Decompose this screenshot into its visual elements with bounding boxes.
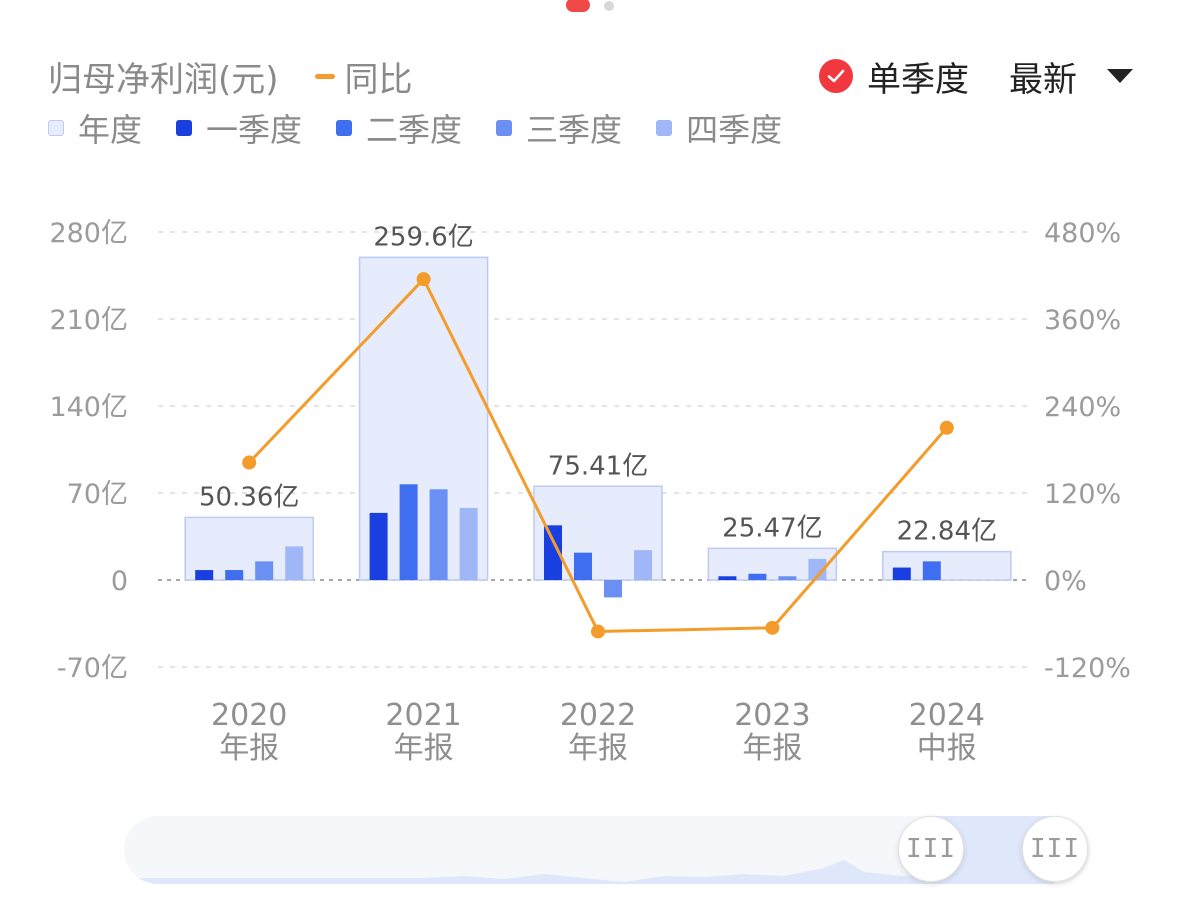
quarter-bar <box>748 573 767 580</box>
y-right-tick-label: -120% <box>1044 653 1131 684</box>
y-left-tick-label: 70亿 <box>67 479 128 510</box>
yoy-point <box>939 420 954 435</box>
y-left-tick-label: 140亿 <box>49 392 128 423</box>
annual-data-label: 25.47亿 <box>722 513 822 543</box>
x-tick-label-year: 2023 <box>734 698 810 733</box>
annual-data-label: 75.41亿 <box>548 451 648 481</box>
quarter-bar <box>369 512 388 580</box>
scroller-right-handle[interactable]: III <box>1022 816 1088 882</box>
quarter-bar <box>225 570 244 580</box>
x-tick-label-year: 2020 <box>211 698 287 733</box>
y-right-tick-label: 480% <box>1044 218 1121 249</box>
quarter-bar <box>922 561 941 580</box>
x-tick-label-period: 年报 <box>394 731 454 766</box>
quarter-bar <box>459 507 478 580</box>
x-tick-label-year: 2021 <box>385 698 461 733</box>
quarter-bar <box>429 489 448 580</box>
y-right-tick-label: 120% <box>1044 479 1121 510</box>
y-left-tick-label: 210亿 <box>49 305 128 336</box>
x-tick-label-period: 中报 <box>917 731 977 766</box>
x-tick-label-period: 年报 <box>219 731 279 766</box>
y-left-tick-label: 280亿 <box>49 218 128 249</box>
y-right-tick-label: 360% <box>1044 305 1121 336</box>
x-tick-label-year: 2024 <box>909 698 985 733</box>
quarter-bar <box>634 550 652 580</box>
yoy-point <box>242 455 257 470</box>
annual-data-label: 22.84亿 <box>897 517 997 547</box>
y-left-tick-label: -70亿 <box>57 653 128 684</box>
quarter-bar <box>195 570 214 580</box>
y-left-tick-label: 0 <box>111 566 128 597</box>
quarter-bar <box>399 484 418 580</box>
profit-chart: 280亿 480% 210亿 360% 140亿 240% 70亿 120% 0 0% -70亿 -1… <box>49 218 1131 766</box>
annual-data-label: 259.6亿 <box>373 222 473 252</box>
quarter-bar <box>285 546 304 580</box>
x-tick-label-period: 年报 <box>568 731 628 766</box>
quarter-bar <box>778 576 797 580</box>
annual-data-label: 50.36亿 <box>199 482 299 512</box>
quarter-bar <box>255 561 274 580</box>
yoy-point <box>416 272 431 287</box>
yoy-point <box>765 620 780 635</box>
yoy-point <box>591 624 605 639</box>
quarter-bar <box>718 576 737 580</box>
quarter-bar <box>892 567 911 580</box>
quarter-bar <box>604 580 622 598</box>
y-right-tick-label: 0% <box>1044 566 1087 597</box>
y-right-tick-label: 240% <box>1044 392 1121 423</box>
scroller-left-handle[interactable]: III <box>898 816 964 882</box>
quarter-bar <box>574 552 592 580</box>
x-tick-label-year: 2022 <box>560 698 636 733</box>
x-tick-label-period: 年报 <box>742 731 802 766</box>
range-scroller[interactable]: III III <box>124 816 1090 884</box>
